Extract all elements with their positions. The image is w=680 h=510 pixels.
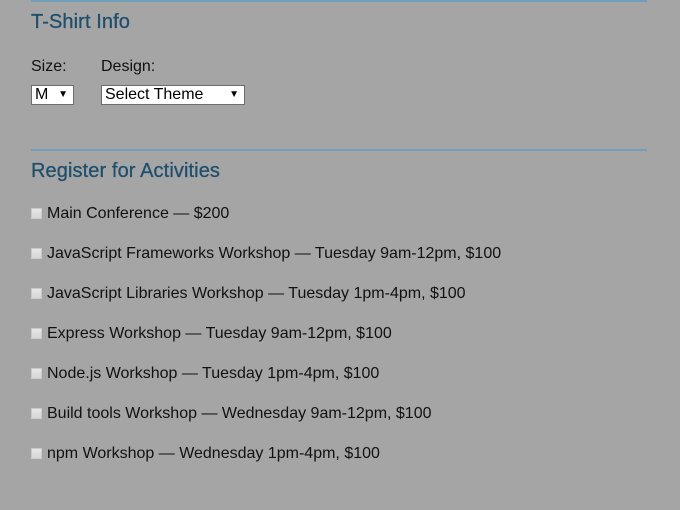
- activity-label: npm Workshop — Wednesday 1pm-4pm, $100: [47, 445, 380, 462]
- chevron-down-icon: ▼: [58, 89, 68, 100]
- activity-checkbox[interactable]: [31, 247, 42, 259]
- activity-item[interactable]: Build tools Workshop — Wednesday 9am-12p…: [31, 404, 432, 424]
- design-select[interactable]: Select Theme ▼: [101, 85, 245, 105]
- section-divider-top: [31, 0, 647, 2]
- activity-item[interactable]: JavaScript Libraries Workshop — Tuesday …: [31, 284, 466, 304]
- activity-checkbox[interactable]: [31, 327, 42, 339]
- activity-item[interactable]: Express Workshop — Tuesday 9am-12pm, $10…: [31, 324, 392, 344]
- activity-item[interactable]: npm Workshop — Wednesday 1pm-4pm, $100: [31, 444, 380, 464]
- activity-item[interactable]: Node.js Workshop — Tuesday 1pm-4pm, $100: [31, 364, 379, 384]
- activity-label: Node.js Workshop — Tuesday 1pm-4pm, $100: [47, 365, 380, 382]
- activity-label: JavaScript Libraries Workshop — Tuesday …: [47, 285, 466, 302]
- activity-checkbox[interactable]: [31, 367, 42, 379]
- activity-checkbox[interactable]: [31, 447, 42, 459]
- activity-label: JavaScript Frameworks Workshop — Tuesday…: [47, 245, 502, 262]
- activity-checkbox[interactable]: [31, 407, 42, 419]
- design-select-value: Select Theme: [105, 86, 204, 103]
- tshirt-info-heading: T-Shirt Info: [31, 11, 131, 33]
- activity-checkbox[interactable]: [31, 207, 42, 219]
- activities-heading: Register for Activities: [31, 160, 221, 182]
- activity-label: Build tools Workshop — Wednesday 9am-12p…: [47, 405, 432, 422]
- size-select[interactable]: M ▼: [31, 85, 74, 105]
- chevron-down-icon: ▼: [229, 89, 239, 100]
- activity-item[interactable]: JavaScript Frameworks Workshop — Tuesday…: [31, 244, 501, 264]
- activity-item[interactable]: Main Conference — $200: [31, 204, 229, 224]
- design-label: Design:: [101, 58, 156, 75]
- activity-label: Main Conference — $200: [47, 205, 230, 222]
- size-label: Size:: [31, 58, 67, 75]
- activity-checkbox[interactable]: [31, 287, 42, 299]
- section-divider-activities: [31, 149, 647, 151]
- activity-label: Express Workshop — Tuesday 9am-12pm, $10…: [47, 325, 392, 342]
- size-select-value: M: [35, 86, 49, 103]
